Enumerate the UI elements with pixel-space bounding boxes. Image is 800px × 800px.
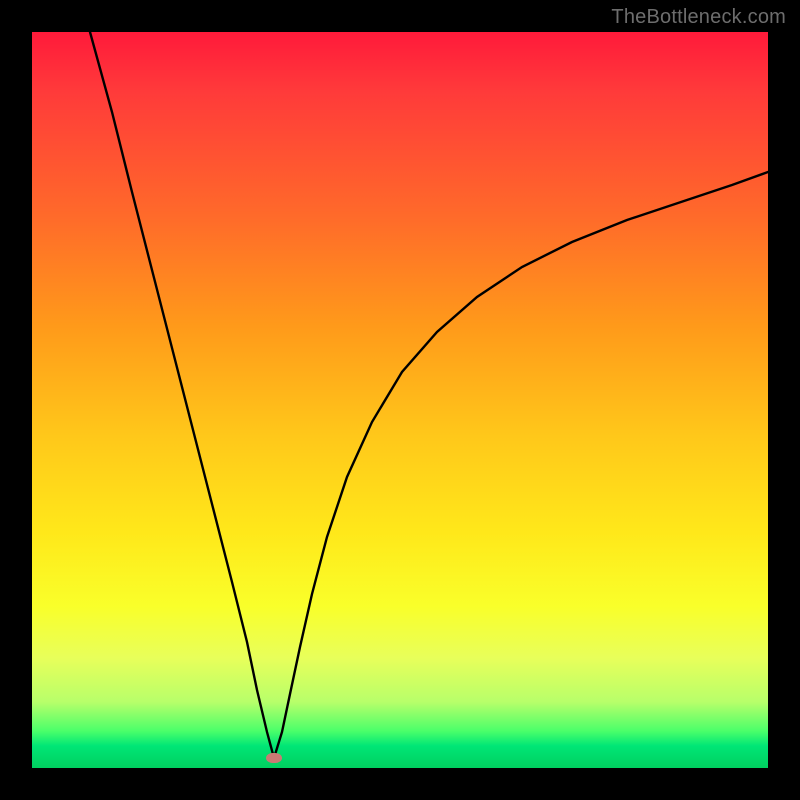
curve-path <box>90 32 768 758</box>
watermark-label: TheBottleneck.com <box>611 6 786 29</box>
chart-frame: TheBottleneck.com <box>0 0 800 800</box>
bottleneck-curve <box>32 32 768 768</box>
plot-area <box>32 32 768 768</box>
minimum-marker <box>266 753 282 763</box>
